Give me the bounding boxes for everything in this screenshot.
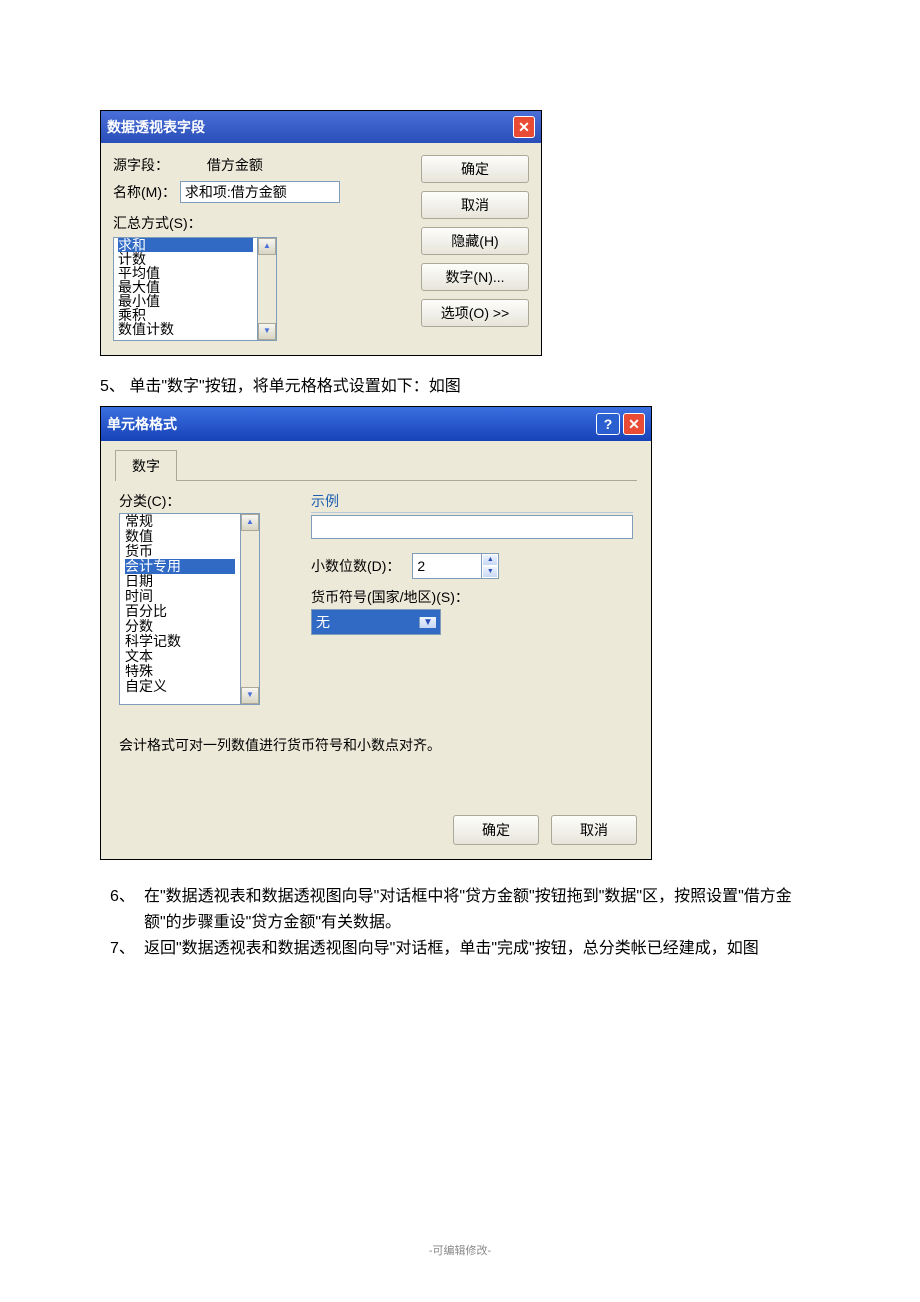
list-item[interactable]: 分数 bbox=[125, 619, 235, 634]
list-item[interactable]: 数值 bbox=[125, 529, 235, 544]
step-7-text: 返回"数据透视表和数据透视图向导"对话框，单击"完成"按钮，总分类帐已经建成，如… bbox=[144, 936, 759, 962]
source-field-value: 借方金额 bbox=[207, 157, 263, 173]
category-listbox[interactable]: 常规 数值 货币 会计专用 日期 时间 百分比 分数 科学记数 文本 特殊 自定… bbox=[119, 513, 241, 705]
step-5-caption: 5、 单击"数字"按钮，将单元格格式设置如下：如图 bbox=[100, 372, 820, 396]
list-item[interactable]: 科学记数 bbox=[125, 634, 235, 649]
summary-label: 汇总方式(S)： bbox=[113, 215, 202, 231]
currency-symbol-label: 货币符号(国家/地区)(S)： bbox=[311, 587, 633, 607]
decimal-places-label: 小数位数(D)： bbox=[311, 558, 400, 574]
category-label: 分类(C)： bbox=[119, 491, 289, 511]
spin-up-icon[interactable]: ▲ bbox=[482, 554, 498, 566]
cell-format-dialog: 单元格格式 ? ✕ 数字 分类(C)： 常规 数值 货币 会计专用 日期 bbox=[100, 406, 652, 860]
list-item[interactable]: 数值计数 bbox=[118, 322, 253, 336]
currency-symbol-combo[interactable]: 无 ▼ bbox=[311, 609, 441, 635]
summary-listbox[interactable]: 求和 计数 平均值 最大值 最小值 乘积 数值计数 bbox=[113, 237, 258, 341]
list-item[interactable]: 文本 bbox=[125, 649, 235, 664]
step-6-number: 6、 bbox=[110, 884, 144, 936]
cancel-button[interactable]: 取消 bbox=[421, 191, 529, 219]
scroll-down-icon[interactable]: ▼ bbox=[258, 323, 276, 340]
tab-number[interactable]: 数字 bbox=[115, 450, 177, 481]
list-item[interactable]: 货币 bbox=[125, 544, 235, 559]
currency-symbol-value: 无 bbox=[316, 612, 330, 632]
hide-button[interactable]: 隐藏(H) bbox=[421, 227, 529, 255]
list-item[interactable]: 最小值 bbox=[118, 294, 253, 308]
list-item[interactable]: 常规 bbox=[125, 514, 235, 529]
list-item[interactable]: 最大值 bbox=[118, 280, 253, 294]
ok-button[interactable]: 确定 bbox=[453, 815, 539, 845]
scroll-down-icon[interactable]: ▼ bbox=[241, 687, 259, 704]
close-icon[interactable]: ✕ bbox=[513, 116, 535, 138]
scroll-up-icon[interactable]: ▲ bbox=[258, 238, 276, 255]
list-item[interactable]: 会计专用 bbox=[125, 559, 235, 574]
step-7-number: 7、 bbox=[110, 936, 144, 962]
page-footer: -可编辑修改- bbox=[100, 1242, 820, 1258]
list-item[interactable]: 求和 bbox=[118, 238, 253, 252]
name-input[interactable] bbox=[180, 181, 340, 203]
name-label: 名称(M)： bbox=[113, 182, 176, 202]
help-icon[interactable]: ? bbox=[596, 413, 620, 435]
sample-label: 示例 bbox=[311, 491, 633, 513]
list-item[interactable]: 乘积 bbox=[118, 308, 253, 322]
dialog-title: 数据透视表字段 bbox=[107, 117, 205, 137]
number-button[interactable]: 数字(N)... bbox=[421, 263, 529, 291]
pivot-field-dialog: 数据透视表字段 ✕ 源字段： 借方金额 名称(M)： 汇总方式(S)： 求和 计… bbox=[100, 110, 542, 356]
scrollbar[interactable]: ▲ ▼ bbox=[258, 237, 277, 341]
scroll-up-icon[interactable]: ▲ bbox=[241, 514, 259, 531]
options-button[interactable]: 选项(O) >> bbox=[421, 299, 529, 327]
list-item[interactable]: 计数 bbox=[118, 252, 253, 266]
decimal-places-spinner[interactable]: ▲ ▼ bbox=[412, 553, 499, 579]
list-item[interactable]: 平均值 bbox=[118, 266, 253, 280]
list-item[interactable]: 时间 bbox=[125, 589, 235, 604]
list-item[interactable]: 自定义 bbox=[125, 679, 235, 694]
decimal-places-input[interactable] bbox=[413, 554, 481, 578]
chevron-down-icon[interactable]: ▼ bbox=[419, 617, 436, 628]
dialog-body: 源字段： 借方金额 名称(M)： 汇总方式(S)： 求和 计数 平均值 最大值 … bbox=[101, 143, 541, 355]
dialog-body: 数字 分类(C)： 常规 数值 货币 会计专用 日期 时间 百分比 bbox=[101, 441, 651, 859]
dialog-titlebar[interactable]: 单元格格式 ? ✕ bbox=[101, 407, 651, 441]
source-field-label: 源字段： bbox=[113, 155, 203, 175]
list-item[interactable]: 日期 bbox=[125, 574, 235, 589]
ok-button[interactable]: 确定 bbox=[421, 155, 529, 183]
step-6-text: 在"数据透视表和数据透视图向导"对话框中将"贷方金额"按钮拖到"数据"区，按照设… bbox=[144, 884, 820, 936]
spin-down-icon[interactable]: ▼ bbox=[482, 566, 498, 578]
sample-box bbox=[311, 515, 633, 539]
scrollbar[interactable]: ▲ ▼ bbox=[241, 513, 260, 705]
cancel-button[interactable]: 取消 bbox=[551, 815, 637, 845]
dialog-titlebar[interactable]: 数据透视表字段 ✕ bbox=[101, 111, 541, 143]
list-item[interactable]: 百分比 bbox=[125, 604, 235, 619]
list-item[interactable]: 特殊 bbox=[125, 664, 235, 679]
dialog-title: 单元格格式 bbox=[107, 414, 177, 434]
close-icon[interactable]: ✕ bbox=[623, 413, 645, 435]
format-note: 会计格式可对一列数值进行货币符号和小数点对齐。 bbox=[119, 735, 633, 755]
